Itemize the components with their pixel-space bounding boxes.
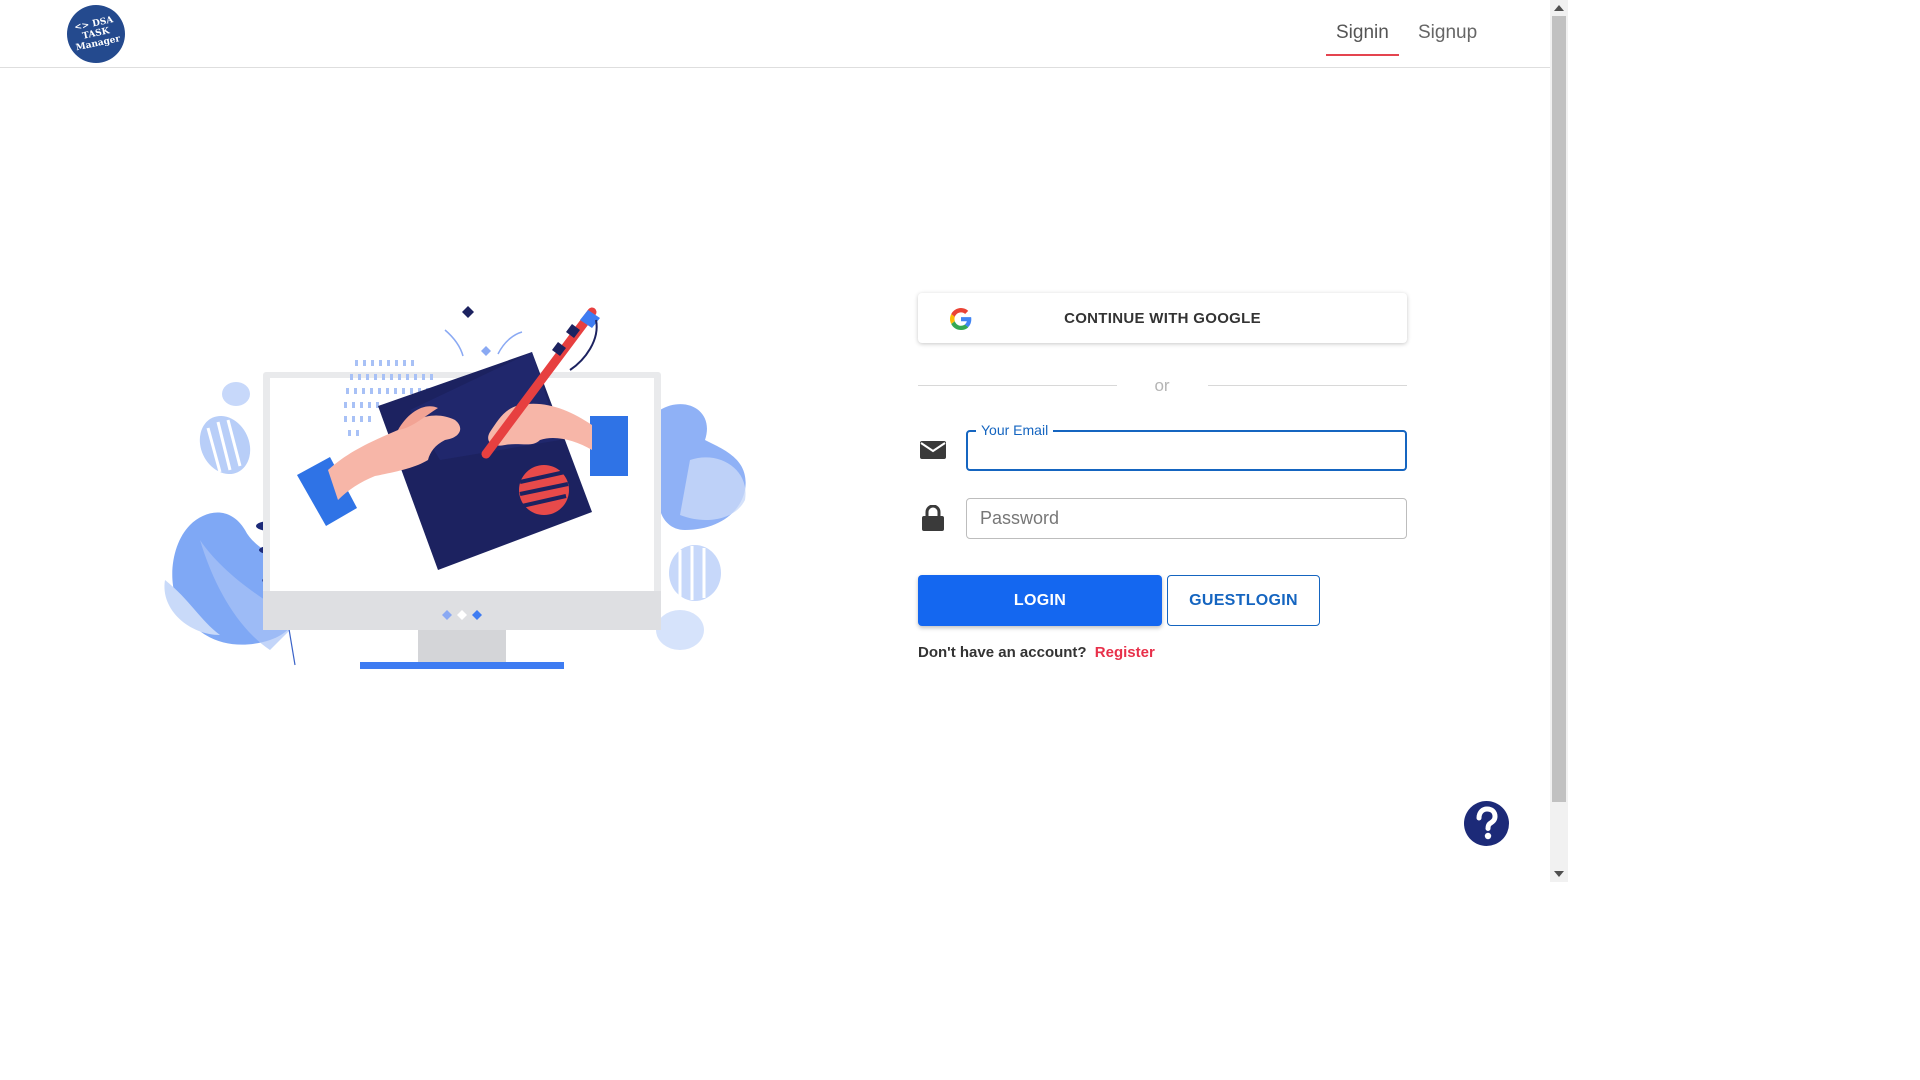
signin-page: <> DSA TASK Manager Signin Signup CONTIN… xyxy=(0,0,1568,882)
lock-icon xyxy=(922,505,944,531)
email-input[interactable] xyxy=(968,432,1405,469)
scroll-thumb[interactable] xyxy=(1552,16,1566,802)
divider-left xyxy=(918,385,1117,386)
password-input[interactable] xyxy=(967,499,1406,538)
login-button[interactable]: LOGIN xyxy=(918,575,1162,626)
google-button-label: CONTINUE WITH GOOGLE xyxy=(1064,310,1261,327)
guest-login-button[interactable]: GUESTLOGIN xyxy=(1167,575,1320,626)
top-header: <> DSA TASK Manager Signin Signup xyxy=(0,0,1550,69)
envelope-icon xyxy=(920,441,946,459)
question-icon xyxy=(1476,806,1498,840)
register-row: Don't have an account? Register xyxy=(918,644,1155,661)
tab-signup[interactable]: Signup xyxy=(1418,22,1477,56)
app-logo[interactable]: <> DSA TASK Manager xyxy=(61,0,131,69)
tab-signin[interactable]: Signin xyxy=(1326,22,1399,56)
divider-or: or xyxy=(1154,376,1170,395)
divider-right xyxy=(1208,385,1407,386)
password-field xyxy=(966,498,1407,539)
help-button[interactable] xyxy=(1464,801,1509,846)
page-scrollbar[interactable] xyxy=(1550,0,1568,882)
continue-with-google-button[interactable]: CONTINUE WITH GOOGLE xyxy=(918,293,1407,343)
register-link[interactable]: Register xyxy=(1095,644,1155,661)
login-illustration xyxy=(164,306,746,669)
register-prompt: Don't have an account? xyxy=(918,644,1087,661)
email-field: Your Email xyxy=(966,421,1407,471)
scroll-down-arrow-icon[interactable] xyxy=(1554,871,1564,877)
scroll-up-arrow-icon[interactable] xyxy=(1554,5,1564,11)
